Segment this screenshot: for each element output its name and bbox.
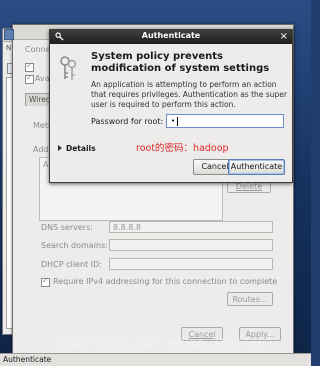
taskbar: Authenticate — [0, 353, 311, 366]
cancel-label: Cancel — [201, 162, 229, 171]
back-window-marker: N — [6, 44, 12, 52]
text-caret — [177, 117, 178, 126]
available-to-all-users-checkbox[interactable] — [25, 73, 34, 84]
password-value: • — [171, 117, 176, 125]
password-field[interactable]: • — [166, 114, 284, 128]
authenticate-title: Authenticate — [141, 31, 201, 40]
password-annotation: root的密码：hadoop — [136, 143, 229, 154]
search-domains-field[interactable] — [109, 239, 273, 251]
authenticate-button[interactable]: Authenticate — [228, 159, 285, 175]
details-expander[interactable]: Details — [58, 144, 96, 153]
password-label: Password for root: — [91, 117, 163, 126]
dns-servers-label: DNS servers: — [41, 223, 93, 232]
connect-automatically-checkbox[interactable] — [25, 61, 34, 72]
details-label: Details — [66, 144, 96, 153]
dhcp-client-id-label: DHCP client ID: — [41, 260, 102, 269]
address-column-header: A — [43, 160, 49, 169]
require-ipv4-checkbox[interactable] — [41, 276, 50, 287]
taskbar-authenticate-item[interactable]: Authenticate — [3, 354, 123, 366]
delete-address-label: Delete — [235, 182, 263, 191]
require-ipv4-label: Require IPv4 addressing for this connect… — [53, 277, 278, 286]
dns-servers-row: DNS servers: 8.8.8.8 — [41, 221, 285, 235]
search-domains-label: Search domains: — [41, 241, 108, 250]
taskbar-task-label: Authenticate — [3, 355, 52, 364]
tab-wired-label: Wired — [29, 95, 51, 104]
search-domains-row: Search domains: — [41, 239, 285, 253]
auth-heading: System policy prevents modification of s… — [91, 51, 270, 74]
password-label-text: Password for root: — [91, 117, 164, 126]
auth-description: An application is attempting to perform … — [91, 80, 287, 109]
expander-arrow-icon — [58, 145, 62, 151]
close-icon[interactable]: × — [280, 31, 288, 42]
authenticate-dialog: Authenticate × System policy prevents mo… — [49, 29, 293, 183]
authenticate-titlebar[interactable]: Authenticate × — [50, 30, 292, 44]
watermark-text: https://blog.csdn.net/qq_31057867 — [56, 336, 274, 350]
connection-name-label: Conne — [25, 45, 51, 54]
keys-icon — [60, 56, 77, 80]
available-to-all-users-label: Ava — [35, 74, 50, 83]
dns-servers-field[interactable]: 8.8.8.8 — [109, 221, 273, 233]
routes-label: Routes... — [232, 295, 268, 304]
editing-connection-icon — [4, 29, 14, 40]
dhcp-client-id-field[interactable] — [109, 258, 273, 270]
authenticate-label: Authenticate — [230, 162, 283, 171]
addresses-label: Add — [33, 145, 49, 154]
routes-button[interactable]: Routes... — [227, 292, 273, 306]
dhcp-client-id-row: DHCP client ID: — [41, 258, 285, 272]
